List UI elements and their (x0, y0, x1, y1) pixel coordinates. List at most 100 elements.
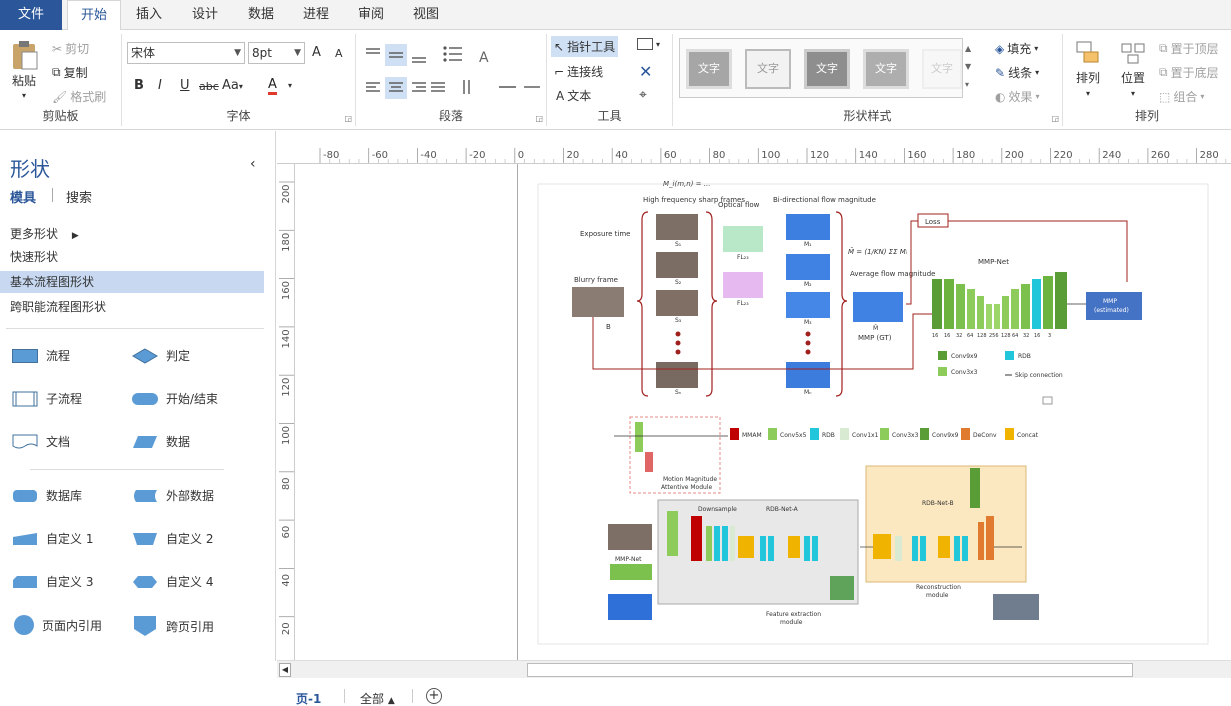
svg-text:M̄ = (1/KN) ΣΣ Mᵢ: M̄ = (1/KN) ΣΣ Mᵢ (848, 247, 908, 256)
shape-document[interactable]: 文档 (12, 433, 70, 450)
line-button[interactable]: ✎ 线条 ▾ (995, 64, 1039, 81)
effect-button[interactable]: ◐ 效果 ▾ (995, 88, 1040, 105)
tab-home[interactable]: 开始 (67, 0, 121, 31)
more-shapes-item[interactable]: 更多形状 ▶ (0, 223, 264, 245)
effect-icon: ◐ (995, 89, 1006, 104)
page-tab-1[interactable]: 页-1 (296, 690, 321, 706)
tab-view[interactable]: 视图 (403, 0, 449, 30)
scroll-left-icon[interactable]: ◀ (279, 663, 291, 677)
ruler-label: 100 (281, 426, 292, 445)
custom4-shape-icon (133, 575, 157, 588)
drawing-page[interactable]: M_i(m,n) = ... Exposure time High freque… (517, 164, 1231, 660)
connector-button[interactable]: ⌐ 连接线 (554, 63, 603, 80)
tab-process[interactable]: 进程 (293, 0, 339, 30)
grow-font-button[interactable]: A (312, 45, 321, 60)
move-icon[interactable]: ⌖ (639, 87, 647, 103)
shape-custom-3[interactable]: 自定义 3 (12, 573, 93, 590)
lib-basic-flowchart[interactable]: 基本流程图形状 (0, 271, 264, 293)
shape-process[interactable]: 流程 (12, 347, 70, 364)
arrange-button[interactable]: 排列 ▾ (1075, 40, 1101, 98)
cut-button[interactable]: ✂ 剪切 (52, 40, 89, 57)
scroll-thumb[interactable] (527, 663, 1133, 677)
shape-start-end[interactable]: 开始/结束 (132, 390, 218, 407)
send-to-back-button[interactable]: ⧉ 置于底层 (1159, 64, 1219, 81)
shape-on-page-ref[interactable]: 页面内引用 (12, 615, 102, 635)
font-name-combo[interactable]: 宋体 ▼ (127, 42, 245, 64)
comment-icon[interactable] (1042, 396, 1053, 405)
all-pages-dropdown[interactable]: 全部 ▲ (360, 690, 395, 706)
dialog-launcher-icon[interactable]: ◲ (535, 114, 543, 123)
shape-custom-2[interactable]: 自定义 2 (132, 530, 213, 547)
paragraph-buttons[interactable]: A (364, 44, 544, 104)
horizontal-scrollbar[interactable]: ◀ (277, 660, 1231, 678)
copy-button[interactable]: ⧉ 复制 (52, 64, 88, 81)
diagram-figure[interactable]: M_i(m,n) = ... Exposure time High freque… (518, 164, 1231, 660)
font-size-combo[interactable]: 8pt ▼ (248, 42, 305, 64)
style-swatch[interactable]: 文字 (922, 49, 962, 89)
group-label-shape-styles: 形状样式 (843, 109, 892, 123)
strikethrough-button[interactable]: abc (199, 80, 219, 93)
italic-button[interactable]: I (158, 78, 162, 93)
tab-search[interactable]: 搜索 (66, 187, 92, 206)
shape-custom-1[interactable]: 自定义 1 (12, 530, 93, 547)
tab-review[interactable]: 审阅 (348, 0, 394, 30)
lib-quick-shapes[interactable]: 快速形状 (0, 246, 264, 268)
shape-database[interactable]: 数据库 (12, 487, 82, 504)
ruler-label: 160 (907, 150, 926, 161)
paste-dropdown-icon[interactable]: ▾ (22, 91, 26, 100)
pointer-tool-button[interactable]: ↖ 指针工具 (551, 36, 619, 57)
shrink-font-button[interactable]: A (335, 47, 343, 60)
underline-button[interactable]: U (180, 78, 190, 93)
svg-text:RDB-Net-A: RDB-Net-A (766, 506, 799, 513)
chevron-down-icon[interactable]: ▾ (288, 81, 292, 90)
tab-stencils[interactable]: 模具 (10, 187, 36, 206)
group-font: 宋体 ▼ 8pt ▼ A A B I U abc Aa▾ A ▾ 字体 ◲ (122, 34, 356, 126)
s-label: S₁ (675, 241, 682, 248)
rectangle-icon (637, 38, 653, 50)
bold-button[interactable]: B (134, 78, 144, 93)
style-swatch[interactable]: 文字 (686, 49, 732, 89)
fill-button[interactable]: ◈ 填充 ▾ (995, 40, 1038, 57)
style-swatch[interactable]: 文字 (863, 49, 909, 89)
lib-cross-functional[interactable]: 跨职能流程图形状 (0, 296, 264, 318)
shape-subprocess[interactable]: 子流程 (12, 390, 82, 407)
format-painter-button[interactable]: 🖌 格式刷 (52, 88, 106, 105)
drawing-canvas[interactable]: M_i(m,n) = ... Exposure time High freque… (295, 164, 1231, 660)
bring-to-front-button[interactable]: ⧉ 置于顶层 (1159, 40, 1219, 57)
shape-custom-4[interactable]: 自定义 4 (132, 573, 213, 590)
custom1-shape-icon (13, 532, 37, 545)
rectangle-shape-button[interactable]: ▾ (637, 38, 660, 50)
tab-insert[interactable]: 插入 (126, 0, 172, 30)
shape-off-page-ref[interactable]: 跨页引用 (132, 615, 214, 637)
tab-file[interactable]: 文件 (0, 0, 62, 30)
style-swatch[interactable]: 文字 (745, 49, 791, 89)
text-tool-button[interactable]: A 文本 (556, 87, 591, 104)
mmp-estimated-box[interactable] (1086, 292, 1142, 320)
tab-design[interactable]: 设计 (182, 0, 228, 30)
change-case-button[interactable]: Aa▾ (222, 78, 243, 93)
tab-data[interactable]: 数据 (238, 0, 284, 30)
cut-label: 剪切 (65, 42, 90, 56)
shape-decision[interactable]: 判定 (132, 347, 190, 364)
delete-x-icon[interactable]: ✕ (639, 62, 652, 81)
shape-external-data[interactable]: 外部数据 (132, 487, 214, 504)
divider (412, 689, 413, 703)
dialog-launcher-icon[interactable]: ◲ (1051, 114, 1059, 123)
mmp-net-label: MMP-Net (978, 258, 1009, 266)
bring-front-icon: ⧉ (1159, 41, 1168, 55)
group-button[interactable]: ⬚ 组合 ▾ (1159, 88, 1204, 105)
collapse-panel-icon[interactable]: ‹ (250, 156, 256, 172)
flow-magnitude-map (786, 292, 830, 318)
gallery-scroll[interactable]: ▲ ▼ ▾ (965, 40, 971, 94)
svg-text:Conv9x9: Conv9x9 (951, 353, 978, 360)
dialog-launcher-icon[interactable]: ◲ (344, 114, 352, 123)
add-page-icon[interactable]: + (426, 688, 442, 704)
font-color-button[interactable]: A (268, 78, 277, 95)
m-label: M₃ (804, 319, 812, 326)
chevron-down-icon: ▾ (1200, 92, 1205, 101)
shape-data[interactable]: 数据 (132, 433, 190, 450)
position-button[interactable]: 位置 ▾ (1120, 40, 1146, 98)
style-swatch[interactable]: 文字 (804, 49, 850, 89)
group-label: 组合 (1173, 90, 1198, 104)
paste-button[interactable]: 粘贴 ▾ (10, 40, 38, 100)
